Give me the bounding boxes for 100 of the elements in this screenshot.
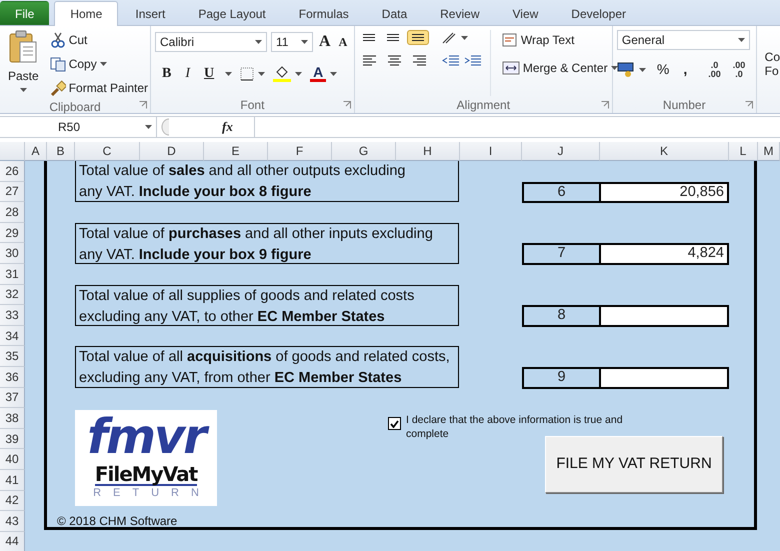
dialog-launcher-icon[interactable] — [139, 101, 147, 109]
row-header[interactable]: 33 — [0, 305, 25, 326]
dialog-launcher-icon[interactable] — [744, 101, 753, 109]
row-header[interactable]: 28 — [0, 202, 25, 223]
conditional-formatting-label[interactable]: Co — [764, 50, 780, 64]
question-text: Total value of purchases and all other inputs excluding any VAT. Include your box 9 figure — [75, 222, 459, 264]
fill-color-icon[interactable] — [273, 66, 292, 82]
row-header[interactable]: 26 — [0, 161, 25, 182]
align-lines-icon[interactable] — [386, 53, 403, 68]
clipboard-icon — [8, 30, 38, 64]
checkmark-icon — [390, 420, 399, 428]
font-color-button[interactable]: A — [310, 65, 326, 82]
font-name-dropdown[interactable]: Calibri — [155, 32, 267, 52]
ribbon-tab[interactable]: Formulas — [282, 1, 365, 25]
group-label: Alignment — [456, 97, 510, 113]
text-orientation-icon[interactable] — [440, 30, 457, 44]
caret-icon — [295, 72, 302, 76]
align-lines-icon[interactable] — [360, 53, 378, 68]
row-header[interactable]: 38 — [0, 408, 25, 429]
column-header[interactable]: A — [25, 142, 47, 161]
increase-indent-icon[interactable] — [464, 53, 482, 68]
caret-icon — [258, 72, 266, 76]
underline-button[interactable]: U — [201, 62, 218, 85]
row-header[interactable]: 30 — [0, 243, 25, 264]
row-header[interactable]: 34 — [0, 326, 25, 346]
number-format-dropdown[interactable]: General — [616, 30, 750, 50]
column-header[interactable]: B — [47, 142, 75, 161]
decrease-indent-icon[interactable] — [442, 53, 460, 68]
borders-icon[interactable] — [240, 66, 254, 80]
caret-icon — [460, 36, 468, 40]
decrease-decimal-button[interactable]: .00 .0 — [730, 60, 748, 78]
question-text: Total value of all supplies of goods and related costs excluding any VAT, to other EC Member States — [75, 284, 459, 326]
ribbon-tab[interactable]: Page Layout — [182, 1, 282, 25]
ribbon-tab[interactable]: Home — [54, 1, 118, 26]
file-tab[interactable]: File — [0, 1, 50, 25]
value-field[interactable] — [600, 305, 729, 327]
file-return-button[interactable]: FILE MY VAT RETURN — [545, 436, 723, 494]
column-header[interactable]: G — [332, 142, 396, 161]
dialog-launcher-icon[interactable] — [342, 101, 351, 109]
column-header[interactable]: J — [522, 142, 600, 161]
row-header[interactable]: 36 — [0, 366, 25, 388]
column-header[interactable]: H — [396, 142, 460, 161]
dialog-launcher-icon[interactable] — [600, 101, 609, 109]
row-header[interactable]: 29 — [0, 222, 25, 244]
italic-button[interactable]: I — [182, 62, 194, 85]
column-header[interactable]: D — [140, 142, 204, 161]
copy-button[interactable]: Copy — [46, 54, 152, 74]
percent-button[interactable]: % — [654, 58, 672, 81]
row-header[interactable]: 39 — [0, 428, 25, 450]
ribbon-tab[interactable]: Data — [366, 1, 424, 25]
ribbon-tab[interactable]: Review — [424, 1, 496, 25]
currency-icon[interactable] — [616, 62, 635, 78]
format-painter-button[interactable]: Format Painter — [46, 78, 152, 98]
row-header[interactable]: 42 — [0, 490, 25, 512]
bold-button[interactable]: B — [159, 62, 174, 85]
row-header[interactable]: 35 — [0, 346, 25, 367]
paste-button[interactable]: Paste — [4, 30, 43, 98]
column-header[interactable]: F — [268, 142, 332, 161]
value-field[interactable]: 4,824 — [600, 243, 729, 265]
row-header[interactable]: 32 — [0, 284, 25, 306]
align-lines-icon — [412, 34, 424, 41]
group-label: Number — [662, 97, 706, 113]
caret-icon — [330, 72, 338, 76]
insert-function-button[interactable]: fx — [222, 117, 254, 137]
box-number: 7 — [522, 243, 600, 265]
row-header[interactable]: 31 — [0, 264, 25, 285]
scissors-icon — [50, 32, 66, 48]
row-header[interactable]: 40 — [0, 449, 25, 470]
row-header[interactable]: 44 — [0, 532, 25, 551]
column-header[interactable]: L — [729, 142, 758, 161]
ribbon-tab[interactable]: Developer — [555, 1, 642, 25]
align-button[interactable] — [406, 30, 429, 45]
column-header[interactable]: E — [204, 142, 268, 161]
merge-center-button[interactable]: Merge & Center — [498, 58, 621, 78]
row-header[interactable]: 37 — [0, 388, 25, 408]
cut-button[interactable]: Cut — [46, 30, 152, 50]
value-field[interactable]: 20,856 — [600, 182, 729, 204]
declaration-checkbox[interactable] — [388, 417, 401, 430]
column-header[interactable]: I — [460, 142, 522, 161]
copyright-text: © 2018 CHM Software — [56, 513, 178, 530]
caret-icon — [301, 40, 308, 44]
conditional-formatting-label[interactable]: Fo — [764, 64, 780, 78]
font-size-dropdown[interactable]: 11 — [271, 32, 313, 52]
shrink-font-button[interactable]: A — [336, 33, 350, 51]
grow-font-button[interactable]: A — [317, 30, 333, 54]
increase-decimal-button[interactable]: .0 .00 — [706, 60, 723, 78]
row-header[interactable]: 27 — [0, 182, 25, 202]
column-header[interactable]: K — [600, 142, 729, 161]
caret-icon — [20, 88, 27, 92]
column-header[interactable]: C — [75, 142, 140, 161]
row-header[interactable]: 41 — [0, 470, 25, 490]
comma-button[interactable]: , — [680, 58, 690, 81]
row-header[interactable]: 43 — [0, 511, 25, 532]
ribbon-tab[interactable]: Insert — [119, 1, 182, 25]
ribbon-tab[interactable]: View — [496, 1, 554, 25]
value-field[interactable] — [600, 366, 729, 389]
group-label: Clipboard — [49, 99, 101, 115]
column-header[interactable]: M — [758, 142, 780, 161]
name-box[interactable]: R50 — [0, 116, 157, 138]
align-lines-icon[interactable] — [410, 53, 428, 68]
